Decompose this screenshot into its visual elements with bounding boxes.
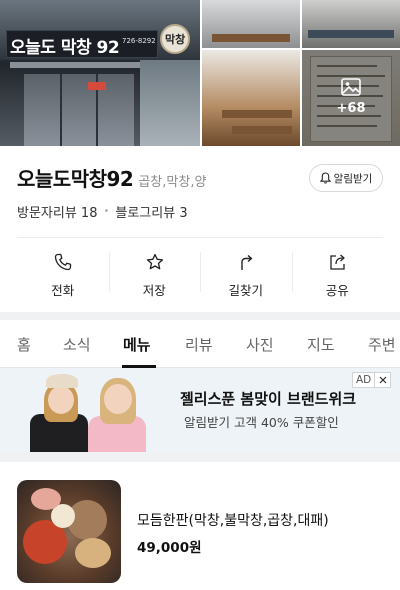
menu-item-name[interactable]: 모듬한판(막창,불막창,곱창,대패) [137,510,329,530]
save-label: 저장 [142,283,166,298]
ad-model-face [104,384,132,414]
notify-button[interactable]: 알림받기 [309,164,383,192]
table-image [222,110,292,118]
door-frame [60,74,62,146]
star-icon [146,253,163,270]
share-label: 공유 [325,283,349,298]
menu-item-price: 49,000원 [137,540,202,556]
bell-icon [319,172,331,184]
visitor-review-link[interactable]: 방문자리뷰 18 [17,202,97,221]
open-sign [88,82,106,90]
tab-photos[interactable]: 사진 [246,334,274,355]
tab-news[interactable]: 소식 [63,334,91,355]
blog-review-link[interactable]: 블로그리뷰 3 [115,202,187,221]
side-window [140,60,200,146]
place-category: 곱창,막창,양 [138,175,207,190]
section-divider [0,312,400,320]
directions-label: 길찾기 [228,283,263,298]
menu-item-photo[interactable] [17,480,121,583]
interior-photo-2[interactable] [302,0,400,48]
ad-banner[interactable] [0,368,400,452]
ad-close-button[interactable] [375,372,392,388]
notify-label: 알림받기 [333,172,373,185]
round-sign-text: 막창 [165,33,186,46]
section-divider [0,452,400,462]
directions-icon [241,254,253,270]
ad-label: AD [352,372,376,388]
tab-map[interactable]: 지도 [307,334,335,355]
close-icon [379,376,387,384]
action-bar: 전화 저장 길찾기 공유 [17,238,383,306]
ad-badge: AD [352,372,392,388]
share-icon [329,254,345,270]
interior-photo-1[interactable] [202,0,300,48]
ad-title[interactable]: 젤리스푼 봄맞이 브랜드위크 [180,388,356,409]
storefront-photo[interactable]: 오늘도 막창 92 726-8292 막창 [0,0,200,146]
photo-gallery[interactable]: 오늘도 막창 92 726-8292 막창 +68 [0,0,400,146]
store-sign-phone: 726-8292 [122,37,156,45]
photo-icon [341,78,361,96]
tab-home[interactable]: 홈 [17,334,31,355]
entrance-door [24,74,134,146]
ad-subtitle[interactable]: 알림받기 고객 40% 쿠폰할인 [184,412,339,431]
tab-menu[interactable]: 메뉴 [123,334,151,355]
phone-icon [54,253,72,271]
tab-nearby[interactable]: 주변 [368,334,396,355]
more-photos-overlay[interactable] [302,50,400,146]
tab-reviews[interactable]: 리뷰 [185,334,213,355]
food-image [75,538,111,568]
save-button[interactable]: 저장 [109,238,201,306]
place-header: 오늘도막창92 곱창,막창,양 [17,163,206,191]
place-name: 오늘도막창92 [17,167,134,191]
table-image [232,126,292,134]
awning [10,62,140,68]
tab-bar: 홈 소식 메뉴 리뷰 사진 지도 주변 [0,320,400,368]
directions-button[interactable]: 길찾기 [200,238,292,306]
review-summary: 방문자리뷰 18 • 블로그리뷰 3 [17,202,188,221]
more-photos-count: +68 [336,101,366,116]
separator-dot: • [103,205,110,217]
call-label: 전화 [51,283,75,298]
seating-image [308,30,394,38]
ad-model-hat [46,374,78,388]
call-button[interactable]: 전화 [17,238,109,306]
table-row-image [212,34,290,42]
food-image [31,488,61,510]
store-sign-text: 오늘도 막창 92 [10,38,120,58]
interior-photo-3[interactable] [202,50,300,146]
share-button[interactable]: 공유 [292,238,384,306]
ad-model-face [48,386,74,414]
